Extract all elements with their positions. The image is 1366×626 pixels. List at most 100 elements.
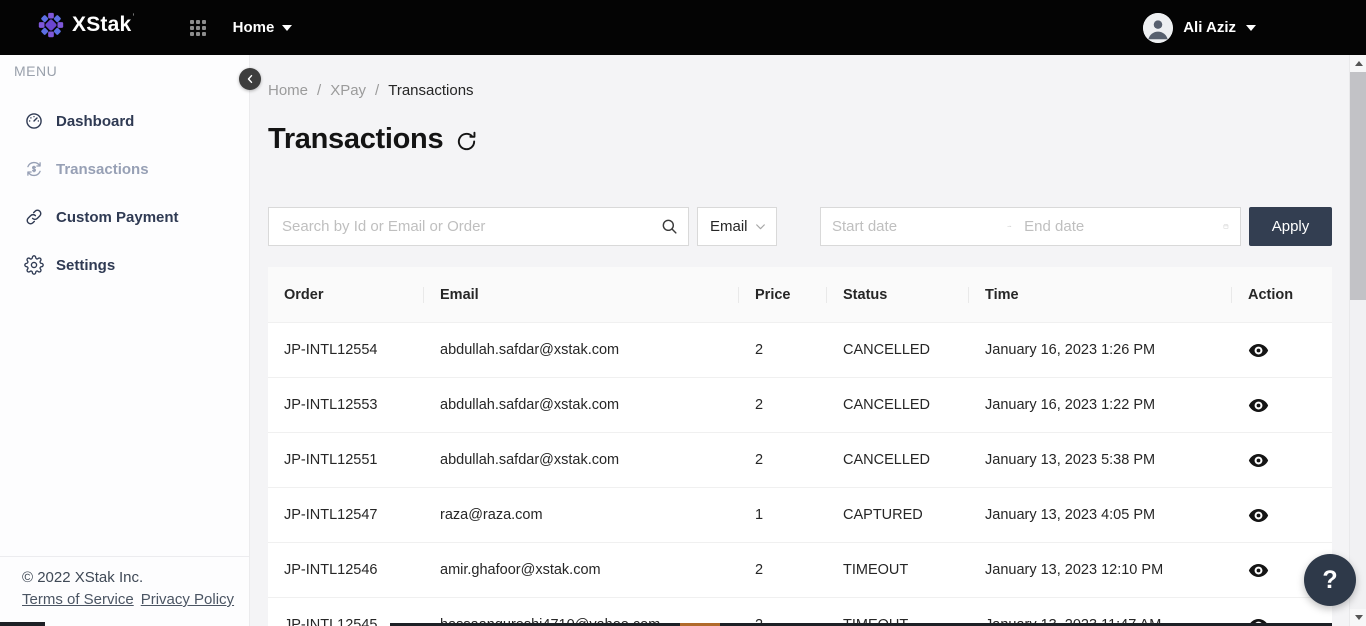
chevron-down-icon [754,220,767,233]
vertical-scrollbar[interactable] [1349,55,1366,626]
scrollbar-up-button[interactable] [1350,55,1366,72]
price-cell: 2 [739,342,827,358]
apply-button[interactable]: Apply [1249,207,1332,246]
time-cell: January 16, 2023 1:22 PM [969,397,1232,413]
end-date-input[interactable] [1024,218,1223,235]
breadcrumb-xpay[interactable]: XPay [330,82,366,99]
order-cell: JP-INTL12554 [268,342,424,358]
brand-trademark: ʼ [132,12,134,26]
triangle-down-icon [1355,615,1363,620]
date-range-picker [820,207,1241,246]
eye-icon [1248,505,1269,526]
avatar [1143,13,1173,43]
column-header-price: Price [739,287,827,303]
status-cell: CANCELLED [827,397,969,413]
sidebar-item-settings[interactable]: Settings [0,241,249,289]
xstak-logo-icon [38,12,64,43]
search-type-value: Email [710,218,748,235]
email-cell: abdullah.safdar@xstak.com [424,397,739,413]
search-icon[interactable] [650,217,688,236]
breadcrumb: Home / XPay / Transactions [268,82,474,99]
view-transaction-button[interactable] [1248,505,1269,526]
breadcrumb-separator: / [375,82,379,99]
chevron-down-icon [282,25,292,31]
status-cell: CANCELLED [827,452,969,468]
eye-icon [1248,560,1269,581]
table-row: JP-INTL12546 amir.ghafoor@xstak.com 2 TI… [268,543,1332,598]
sidebar-collapse-button[interactable] [239,68,261,90]
copyright-text: © 2022 XStak Inc. [22,569,249,586]
eye-icon [1248,340,1269,361]
order-cell: JP-INTL12547 [268,507,424,523]
sidebar-item-label: Settings [56,257,115,274]
price-cell: 2 [739,397,827,413]
sidebar-item-label: Dashboard [56,113,134,130]
help-button[interactable]: ? [1304,554,1356,606]
email-cell: raza@raza.com [424,507,739,523]
table-row: JP-INTL12545 hassaanqureshi4710@yahoo.co… [268,598,1332,626]
privacy-policy-link[interactable]: Privacy Policy [141,591,234,608]
sidebar-item-transactions[interactable]: Transactions [0,145,249,193]
breadcrumb-home[interactable]: Home [268,82,308,99]
order-cell: JP-INTL12553 [268,397,424,413]
column-header-action: Action [1232,287,1332,303]
eye-icon [1248,395,1269,416]
brand-logo[interactable]: XStak ʼ [38,12,135,43]
dashboard-gauge-icon [24,111,44,131]
view-transaction-button[interactable] [1248,395,1269,416]
page-title: Transactions [268,123,443,156]
column-header-time: Time [969,287,1232,303]
time-cell: January 13, 2023 4:05 PM [969,507,1232,523]
sidebar-item-dashboard[interactable]: Dashboard [0,97,249,145]
bottom-corner-strip [0,622,45,626]
main-content: Home / XPay / Transactions Transactions … [250,55,1349,626]
table-row: JP-INTL12554 abdullah.safdar@xstak.com 2… [268,323,1332,378]
search-input[interactable] [269,218,650,235]
chevron-down-icon [1246,25,1256,31]
view-transaction-button[interactable] [1248,340,1269,361]
sidebar-item-label: Transactions [56,161,149,178]
user-name: Ali Aziz [1183,19,1236,36]
menu-label: MENU [14,63,57,79]
search-box [268,207,689,246]
scrollbar-thumb[interactable] [1350,72,1366,300]
transactions-table: Order Email Price Status Time Action JP-… [268,267,1332,626]
sidebar: MENU Dashboard Transactions [0,55,250,626]
table-header-row: Order Email Price Status Time Action [268,267,1332,323]
breadcrumb-separator: / [317,82,321,99]
column-header-status: Status [827,287,969,303]
nav-home-dropdown[interactable]: Home [233,19,293,36]
nav-home-label: Home [233,19,275,36]
price-cell: 2 [739,452,827,468]
refresh-icon[interactable] [455,130,478,153]
link-icon [24,207,44,227]
filter-bar: Email Apply [250,207,1349,246]
view-transaction-button[interactable] [1248,450,1269,471]
order-cell: JP-INTL12551 [268,452,424,468]
terms-of-service-link[interactable]: Terms of Service [22,591,134,608]
email-cell: abdullah.safdar@xstak.com [424,342,739,358]
brand-name: XStak [72,12,131,38]
breadcrumb-current: Transactions [388,82,473,99]
arrow-right-icon [1007,219,1012,234]
price-cell: 2 [739,562,827,578]
sidebar-nav: Dashboard Transactions Custom Payment [0,97,249,289]
start-date-input[interactable] [832,218,1007,235]
email-cell: amir.ghafoor@xstak.com [424,562,739,578]
scrollbar-down-button[interactable] [1350,609,1366,626]
status-cell: CAPTURED [827,507,969,523]
table-row: JP-INTL12547 raza@raza.com 1 CAPTURED Ja… [268,488,1332,543]
top-navbar: XStak ʼ Home Ali Aziz [0,0,1366,55]
eye-icon [1248,450,1269,471]
gear-icon [24,255,44,275]
chevron-left-icon [244,73,256,85]
app-launcher-grid-icon[interactable] [190,20,206,36]
view-transaction-button[interactable] [1248,560,1269,581]
calendar-icon [1223,218,1229,235]
time-cell: January 16, 2023 1:26 PM [969,342,1232,358]
time-cell: January 13, 2023 12:10 PM [969,562,1232,578]
sidebar-footer: © 2022 XStak Inc. Terms of Service Privac… [0,556,249,626]
sidebar-item-custom-payment[interactable]: Custom Payment [0,193,249,241]
search-type-select[interactable]: Email [697,207,777,246]
user-menu[interactable]: Ali Aziz [1143,13,1256,43]
